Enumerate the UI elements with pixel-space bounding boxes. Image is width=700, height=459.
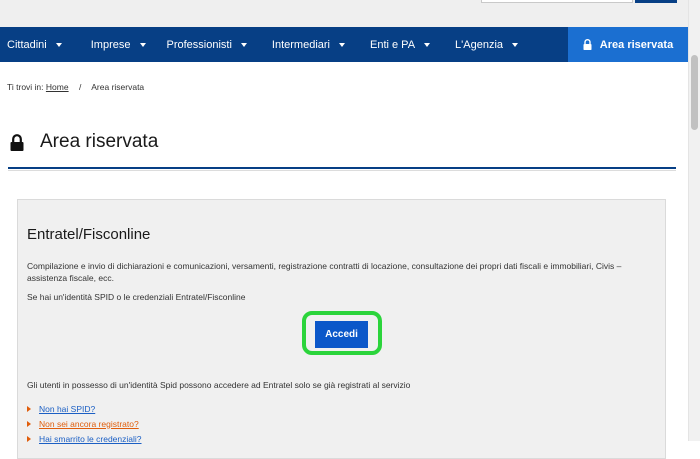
lost-credentials-link[interactable]: Hai smarrito le credenziali? xyxy=(39,434,142,444)
chevron-down-icon xyxy=(424,42,431,47)
search-input[interactable] xyxy=(481,0,633,3)
nav-item-cittadini[interactable]: Cittadini xyxy=(0,27,70,62)
chevron-down-icon xyxy=(339,42,345,47)
title-divider-shadow xyxy=(8,170,676,171)
no-spid-link[interactable]: Non hai SPID? xyxy=(39,404,95,414)
list-item: Non hai SPID? xyxy=(27,401,142,416)
breadcrumb-prefix: Ti trovi in: xyxy=(7,82,44,92)
help-links: Non hai SPID? Non sei ancora registrato?… xyxy=(27,401,142,446)
nav-item-agenzia[interactable]: L'Agenzia xyxy=(448,27,526,62)
breadcrumb-separator: / xyxy=(78,82,82,92)
accedi-button[interactable]: Accedi xyxy=(315,321,368,348)
lock-icon xyxy=(583,39,592,50)
title-divider xyxy=(8,167,676,169)
breadcrumb-current: Area riservata xyxy=(91,82,145,92)
area-riservata-label: Area riservata xyxy=(599,38,674,51)
nav-item-enti-pa[interactable]: Enti e PA xyxy=(363,27,438,62)
nav-item-imprese[interactable]: Imprese xyxy=(84,27,154,62)
chevron-down-icon xyxy=(240,42,247,47)
breadcrumb: Ti trovi in: Home / Area riservata xyxy=(7,82,144,92)
breadcrumb-home-link[interactable]: Home xyxy=(46,82,69,92)
page-title-row: Area riservata xyxy=(10,131,158,153)
page-title: Area riservata xyxy=(40,131,159,152)
search-button[interactable] xyxy=(635,0,677,3)
triangle-right-icon xyxy=(27,405,31,412)
entratel-panel: Entratel/Fisconline Compilazione e invio… xyxy=(17,199,666,459)
nav-item-label: Enti e PA xyxy=(370,38,416,51)
area-riservata-button[interactable]: Area riservata xyxy=(568,27,688,62)
panel-hint: Se hai un'identità SPID o le credenziali… xyxy=(27,292,246,302)
nav-item-professionisti[interactable]: Professionisti xyxy=(160,27,255,62)
chevron-down-icon xyxy=(512,42,519,47)
chevron-down-icon xyxy=(139,42,146,47)
panel-note: Gli utenti in possesso di un'identità Sp… xyxy=(27,380,411,390)
not-registered-link[interactable]: Non sei ancora registrato? xyxy=(39,419,139,429)
panel-description: Compilazione e invio di dichiarazioni e … xyxy=(27,261,622,283)
nav-item-label: Professionisti xyxy=(166,38,232,51)
lock-icon xyxy=(10,133,24,151)
top-strip xyxy=(0,0,688,27)
chevron-down-icon xyxy=(55,42,62,47)
scrollbar-thumb[interactable] xyxy=(691,55,698,130)
nav-item-label: Imprese xyxy=(90,38,131,51)
nav-item-label: L'Agenzia xyxy=(455,38,504,51)
list-item: Hai smarrito le credenziali? xyxy=(27,431,142,446)
nav-item-label: Cittadini xyxy=(7,38,47,51)
nav-item-intermediari[interactable]: Intermediari xyxy=(265,27,353,62)
nav-item-label: Intermediari xyxy=(271,38,330,51)
scrollbar[interactable] xyxy=(688,0,700,441)
panel-heading: Entratel/Fisconline xyxy=(27,226,151,243)
main-nav: Cittadini Imprese Professionisti Interme… xyxy=(0,27,688,62)
triangle-right-icon xyxy=(27,420,31,427)
list-item: Non sei ancora registrato? xyxy=(27,416,142,431)
